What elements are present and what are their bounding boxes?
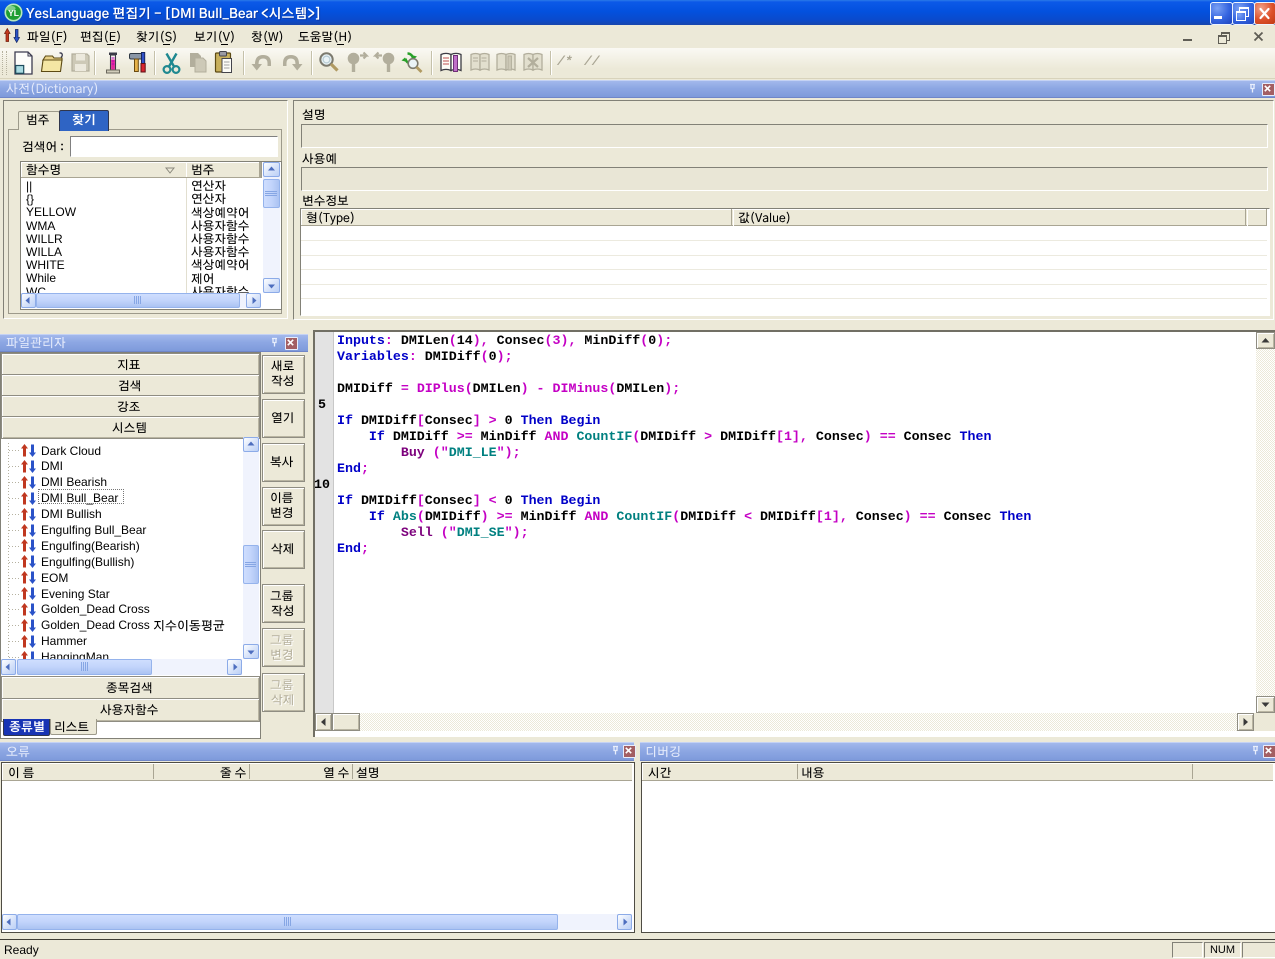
svg-text:YL: YL: [8, 8, 19, 18]
